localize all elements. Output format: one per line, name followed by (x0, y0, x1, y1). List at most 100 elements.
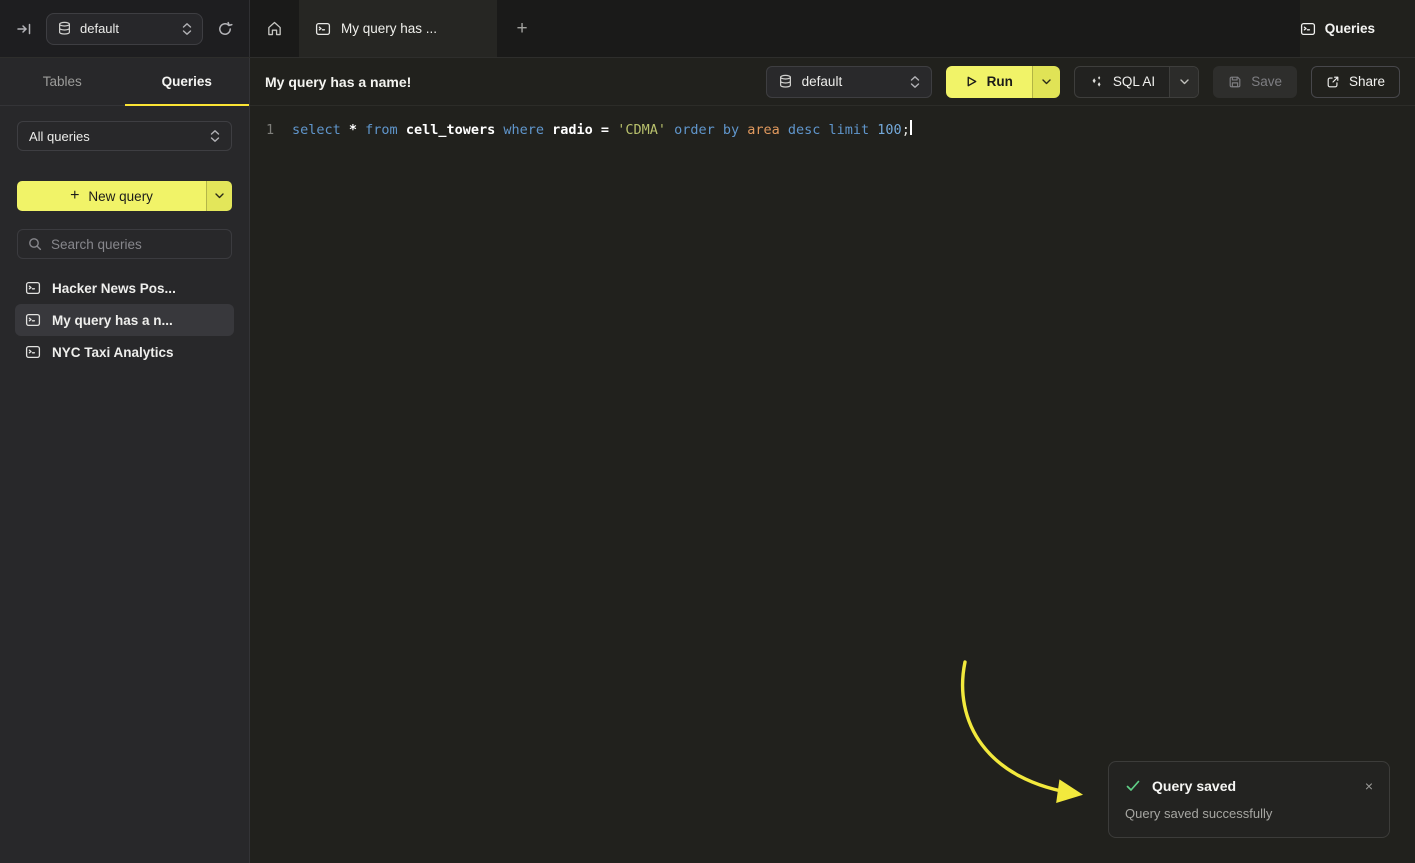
topbar-right[interactable]: Queries (1300, 0, 1415, 57)
new-query-label: New query (88, 189, 153, 204)
code-token: = (601, 122, 617, 138)
new-query-dropdown-button[interactable] (206, 181, 232, 211)
search-queries-box (17, 229, 232, 259)
database-icon (57, 21, 72, 36)
editor-header: My query has a name! default (250, 58, 1415, 106)
plus-icon: + (70, 187, 79, 205)
queries-icon (1300, 21, 1316, 37)
line-number: 1 (266, 120, 292, 140)
updown-chevron-icon (210, 129, 220, 143)
code-line: 1 select * from cell_towers where radio … (266, 120, 1399, 140)
editor-actions: default Run (766, 66, 1400, 98)
new-query-button[interactable]: + New query (17, 181, 206, 211)
code-token: select (292, 122, 349, 138)
code-token: from (365, 122, 406, 138)
home-button[interactable] (250, 0, 299, 57)
toast-close-button[interactable]: × (1365, 779, 1373, 793)
share-icon (1326, 75, 1340, 89)
sql-ai-label: SQL AI (1113, 74, 1155, 89)
text-cursor (910, 120, 912, 135)
new-tab-button[interactable]: + (497, 0, 547, 57)
close-icon: × (1365, 778, 1373, 794)
tab-strip: My query has ... + (250, 0, 1300, 57)
query-list-item[interactable]: Hacker News Pos... (15, 272, 234, 304)
refresh-button[interactable] (213, 17, 237, 41)
save-icon (1228, 75, 1242, 89)
code-token: 'CDMA' (617, 122, 674, 138)
query-filter-select[interactable]: All queries (17, 121, 232, 151)
sql-editor[interactable]: 1 select * from cell_towers where radio … (250, 106, 1415, 863)
updown-chevron-icon (910, 75, 920, 89)
sidebar-tab-tables[interactable]: Tables (0, 58, 125, 105)
query-icon (25, 280, 41, 296)
sidebar: Tables Queries All queries + New query (0, 58, 250, 863)
code-content: select * from cell_towers where radio = … (292, 120, 910, 140)
queries-label: Queries (1325, 21, 1375, 36)
plus-icon: + (516, 18, 527, 39)
save-label: Save (1251, 74, 1282, 89)
topbar-left: default (0, 0, 250, 57)
database-icon (778, 74, 793, 89)
database-selector-value: default (80, 21, 174, 36)
query-tab-icon (315, 21, 331, 37)
search-icon (28, 237, 42, 251)
code-token: 100 (877, 122, 901, 138)
sidebar-body: All queries + New query (0, 106, 249, 368)
home-icon (266, 20, 283, 37)
code-token: order by (674, 122, 747, 138)
search-queries-input[interactable] (51, 237, 221, 252)
code-token: where (503, 122, 552, 138)
sql-console-app: default (0, 0, 1415, 863)
query-list: Hacker News Pos... My query has a n... (17, 272, 232, 368)
collapse-sidebar-icon (16, 21, 32, 37)
query-icon (25, 344, 41, 360)
share-button[interactable]: Share (1311, 66, 1400, 98)
query-title: My query has a name! (265, 74, 411, 90)
toast-title: Query saved (1152, 778, 1236, 794)
code-token: radio (552, 122, 601, 138)
query-item-label: Hacker News Pos... (52, 281, 176, 296)
code-token: desc limit (788, 122, 877, 138)
sql-ai-split-button: SQL AI (1074, 66, 1199, 98)
run-dropdown-button[interactable] (1032, 66, 1060, 98)
sql-ai-button[interactable]: SQL AI (1075, 67, 1169, 97)
code-token: cell_towers (406, 122, 504, 138)
main-layout: Tables Queries All queries + New query (0, 58, 1415, 863)
query-filter-value: All queries (29, 129, 90, 144)
run-button[interactable]: Run (946, 66, 1032, 98)
new-query-split-button: + New query (17, 181, 232, 211)
refresh-icon (217, 21, 233, 37)
query-editor-panel: My query has a name! default (250, 58, 1415, 863)
sql-ai-dropdown-button[interactable] (1169, 67, 1198, 97)
sparkles-icon (1089, 74, 1104, 89)
query-list-item-selected[interactable]: My query has a n... (15, 304, 234, 336)
sidebar-tab-queries[interactable]: Queries (125, 58, 250, 105)
chevron-down-icon (1180, 79, 1189, 85)
sidebar-tabs: Tables Queries (0, 58, 249, 106)
toast-message: Query saved successfully (1125, 806, 1373, 821)
code-token: ; (902, 122, 910, 138)
query-list-item[interactable]: NYC Taxi Analytics (15, 336, 234, 368)
toast-query-saved: Query saved × Query saved successfully (1108, 761, 1390, 838)
toast-header: Query saved × (1125, 778, 1373, 794)
updown-chevron-icon (182, 22, 192, 36)
editor-database-value: default (802, 74, 901, 89)
editor-database-selector[interactable]: default (766, 66, 932, 98)
collapse-sidebar-button[interactable] (12, 17, 36, 41)
query-item-label: NYC Taxi Analytics (52, 345, 174, 360)
tab-label: My query has ... (341, 21, 437, 36)
code-token: area (747, 122, 788, 138)
database-selector[interactable]: default (46, 13, 203, 45)
run-label: Run (987, 74, 1013, 89)
save-button[interactable]: Save (1213, 66, 1297, 98)
query-icon (25, 312, 41, 328)
share-label: Share (1349, 74, 1385, 89)
code-token: * (349, 122, 365, 138)
top-bar: default (0, 0, 1415, 58)
check-icon (1125, 778, 1141, 794)
chevron-down-icon (215, 193, 224, 199)
tab-my-query[interactable]: My query has ... (299, 0, 497, 57)
play-icon (965, 75, 978, 88)
query-item-label: My query has a n... (52, 313, 173, 328)
chevron-down-icon (1042, 79, 1051, 85)
